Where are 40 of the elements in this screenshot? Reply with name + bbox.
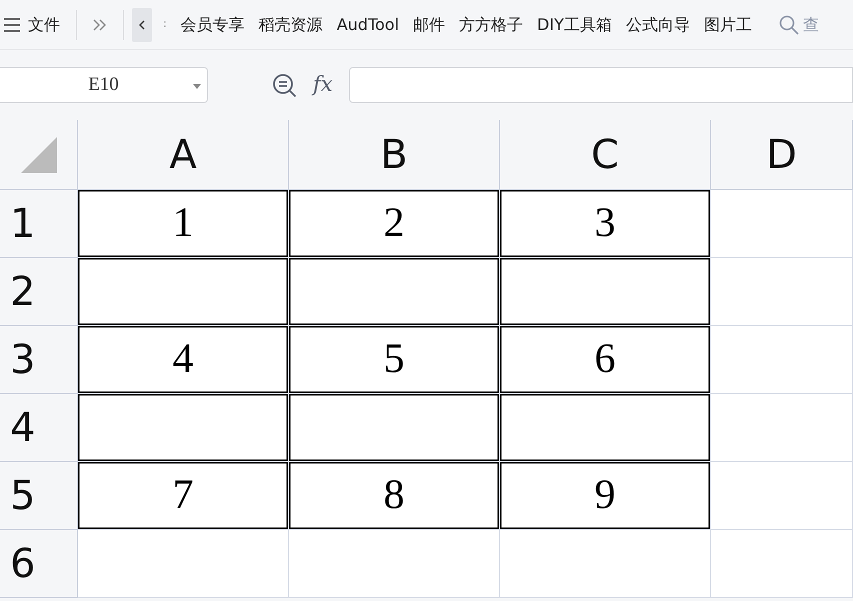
ribbon-tab[interactable]: 会员专享 [178, 12, 248, 36]
column-header[interactable]: A [78, 120, 289, 190]
column-header[interactable]: D [711, 120, 853, 190]
row-header[interactable]: 6 [0, 530, 78, 598]
table-cell: 2 [289, 190, 500, 258]
select-all-icon[interactable] [20, 136, 56, 172]
function-button[interactable]: fx [313, 69, 333, 101]
ribbon-tab[interactable]: 稻壳资源 [256, 12, 326, 36]
row-header[interactable]: 1 [0, 190, 78, 258]
column-header[interactable]: B [289, 120, 500, 190]
table-cell: 3 [500, 190, 711, 258]
dropdown-icon[interactable] [193, 84, 201, 89]
formula-input[interactable] [348, 67, 853, 103]
table-cell: 8 [289, 462, 500, 530]
ribbon-tab[interactable]: 方方格子 [456, 12, 526, 36]
search-icon [778, 14, 799, 34]
ribbon-tab[interactable]: AudTool [334, 12, 402, 36]
name-box[interactable]: E10 [0, 67, 208, 103]
scroll-left-button[interactable] [132, 8, 152, 42]
table-cell: 7 [78, 462, 289, 530]
ribbon-tab[interactable]: 图片工 [700, 12, 755, 36]
tab-separator: : [162, 16, 168, 32]
ribbon-tab[interactable]: 邮件 [410, 12, 448, 36]
table-cell: 4 [78, 326, 289, 394]
menu-button[interactable]: 文件 [0, 12, 60, 36]
ribbon-tab[interactable]: 公式向导 [622, 12, 693, 36]
double-chevron-icon [93, 19, 107, 32]
row-header[interactable]: 3 [0, 326, 78, 394]
chevron-left-icon [139, 20, 145, 30]
row-header[interactable]: 4 [0, 394, 78, 462]
row-header[interactable]: 2 [0, 258, 78, 326]
menu-icon [4, 18, 20, 32]
zoom-out-icon[interactable] [272, 72, 297, 98]
column-header[interactable]: C [500, 120, 711, 190]
ribbon-tab[interactable]: DIY工具箱 [534, 12, 615, 36]
table-cell: 9 [500, 462, 711, 530]
table-cell: 5 [289, 326, 500, 394]
table-cell: 1 [78, 190, 289, 258]
row-header[interactable]: 5 [0, 462, 78, 530]
table-cell: 6 [500, 326, 711, 394]
